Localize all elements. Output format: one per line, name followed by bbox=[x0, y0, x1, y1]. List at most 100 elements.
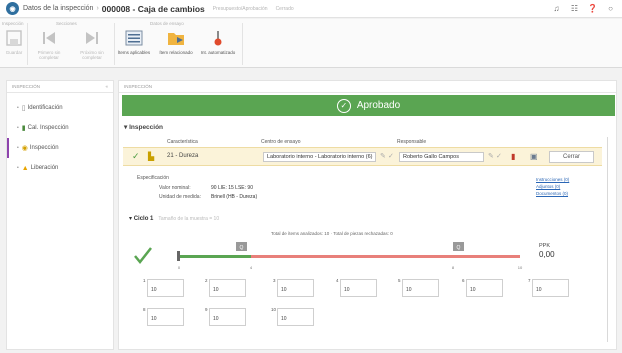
first-incomplete-button[interactable]: Primero sin completar bbox=[31, 30, 67, 60]
save-button[interactable]: Guardar bbox=[4, 30, 24, 55]
close-button[interactable]: Cerrar bbox=[549, 151, 594, 163]
pass-check-icon bbox=[134, 247, 152, 264]
sidebar-item-inspection[interactable]: • ◉ Inspección bbox=[7, 138, 113, 158]
sample-input[interactable]: 10 bbox=[277, 308, 314, 326]
sample-input[interactable]: 10 bbox=[147, 279, 184, 297]
ribbon-group-test-data: Datos de ensayo bbox=[150, 21, 184, 26]
gauge-track-green bbox=[178, 255, 251, 258]
help-icon[interactable]: ❓ bbox=[587, 3, 598, 14]
sample-input[interactable]: 10 bbox=[340, 279, 377, 297]
automated-integration-button[interactable]: Int. automatizado bbox=[198, 30, 238, 55]
next-icon bbox=[86, 32, 98, 44]
settings-icon[interactable]: ○ bbox=[605, 3, 616, 14]
attachments-link[interactable]: Adjuntos (0) bbox=[536, 184, 560, 189]
folder-arrow-icon bbox=[168, 33, 184, 45]
collapse-icon[interactable]: « bbox=[105, 84, 108, 89]
logo-icon: ◉ bbox=[6, 2, 19, 15]
unit-label: Unidad de medida: bbox=[159, 194, 201, 200]
sample-input[interactable]: 10 bbox=[209, 279, 246, 297]
status-label: Aprobado bbox=[356, 100, 401, 111]
gauge-caption: Total de ítems analizados: 10 · Total de… bbox=[271, 231, 393, 236]
check-icon: ✓ bbox=[132, 151, 140, 161]
bullet-icon: • bbox=[17, 105, 19, 111]
sample-input[interactable]: 10 bbox=[402, 279, 439, 297]
status-banner: ✓ Aprobado bbox=[122, 95, 615, 116]
characteristic-row[interactable]: ✓ ▙ 21 - Dureza Laboratorio interno - La… bbox=[123, 147, 602, 166]
cycle-title: Ciclo 1 bbox=[133, 216, 154, 222]
spec-title: Especificación bbox=[137, 175, 169, 181]
sample-input[interactable]: 10 bbox=[277, 279, 314, 297]
main-header: INSPECCIÓN bbox=[119, 81, 616, 93]
page-meta-status: Cerrado bbox=[275, 5, 294, 12]
characteristic-name: 21 - Dureza bbox=[167, 153, 199, 159]
breadcrumb-separator-icon: › bbox=[96, 5, 99, 12]
applicable-items-button[interactable]: Ítems aplicables bbox=[116, 30, 152, 55]
sidebar-item-cal-inspection[interactable]: • ▮ Cal. Inspección bbox=[7, 118, 113, 138]
unit-value: Brinell (HB - Dureza) bbox=[211, 194, 258, 200]
check-circle-icon: ✓ bbox=[336, 98, 351, 113]
inspection-section-title[interactable]: ▾ Inspección bbox=[124, 123, 163, 131]
bullet-icon: • bbox=[17, 125, 19, 131]
bullet-icon: • bbox=[17, 165, 19, 171]
notifications-icon[interactable]: ♫ bbox=[551, 3, 562, 14]
grid-icon[interactable]: ☷ bbox=[569, 3, 580, 14]
sample-input[interactable]: 10 bbox=[466, 279, 503, 297]
svg-text:Q: Q bbox=[240, 245, 244, 251]
sample-input[interactable]: 10 bbox=[147, 308, 184, 326]
sidebar-title: INSPECCIÓN bbox=[12, 84, 41, 89]
nominal-label: Valor nominal: bbox=[159, 185, 191, 191]
sidebar-item-identification[interactable]: • ▯ Identificación bbox=[7, 98, 113, 118]
sample-size-label: Tamaño de la muestra = 10 bbox=[158, 216, 220, 222]
ribbon: Inspección Secciones Datos de ensayo Gua… bbox=[0, 19, 622, 68]
tick-label: 0 bbox=[178, 265, 181, 270]
sample-input[interactable]: 10 bbox=[532, 279, 569, 297]
sidebar-item-release[interactable]: • ▲ Liberación bbox=[7, 158, 113, 178]
page-meta-user: Presupuesto/Aprobación bbox=[212, 5, 268, 12]
column-header-characteristic: Característica bbox=[167, 139, 198, 145]
sidebar-header: INSPECCIÓN « bbox=[7, 81, 113, 93]
first-icon bbox=[43, 32, 55, 44]
ribbon-group-inspection: Inspección bbox=[2, 21, 24, 26]
gauge-start-marker bbox=[177, 251, 180, 261]
sidebar-item-label: Identificación bbox=[27, 105, 63, 111]
column-header-responsible: Responsable bbox=[397, 139, 427, 145]
list-icon bbox=[125, 30, 143, 46]
bullet-icon: • bbox=[17, 145, 19, 151]
confirm-icon[interactable]: ✓ bbox=[388, 152, 394, 160]
report-icon[interactable]: ▣ bbox=[530, 152, 538, 161]
gauge-track-red bbox=[251, 255, 520, 258]
bar-chart-icon[interactable]: ▮ bbox=[511, 152, 515, 161]
tick-label: 10 bbox=[518, 265, 523, 270]
responsible-field[interactable]: Roberto Gallo Campos bbox=[399, 152, 484, 162]
breadcrumb-parent[interactable]: Datos de la inspección bbox=[23, 5, 93, 12]
next-incomplete-button[interactable]: Próximo sin completar bbox=[73, 30, 111, 60]
ppk-value: 0,00 bbox=[539, 250, 555, 259]
flask-icon bbox=[214, 31, 222, 46]
characteristic-type-icon: ▙ bbox=[148, 152, 155, 161]
release-icon: ▲ bbox=[21, 164, 29, 172]
chart-icon: ▮ bbox=[21, 125, 26, 132]
ppk-readout: PPK 0,00 bbox=[539, 243, 555, 259]
nominal-value: 90 LIE: 15 LSE: 90 bbox=[211, 185, 253, 191]
confirm-icon[interactable]: ✓ bbox=[496, 152, 502, 160]
tolerance-gauge: Q Q 0 4 8 10 bbox=[134, 242, 523, 270]
edit-icon[interactable]: ✎ bbox=[380, 152, 386, 160]
edit-icon[interactable]: ✎ bbox=[488, 152, 494, 160]
cycle-header[interactable]: ▾ Ciclo 1 Tamaño de la muestra = 10 bbox=[129, 215, 219, 222]
vertical-scrollbar[interactable] bbox=[607, 137, 608, 342]
ppk-label: PPK bbox=[539, 243, 551, 249]
ribbon-group-sections: Secciones bbox=[56, 21, 77, 26]
svg-text:Q: Q bbox=[457, 245, 461, 251]
column-header-center: Centro de ensayo bbox=[261, 139, 301, 145]
page-title: 000008 - Caja de cambios bbox=[101, 3, 205, 14]
sample-input[interactable]: 10 bbox=[209, 308, 246, 326]
sidebar-item-label: Liberación bbox=[30, 165, 59, 171]
center-field[interactable]: Laboratorio interno - Laboratorio intern… bbox=[263, 152, 376, 162]
top-bar: ◉ Datos de la inspección › 000008 - Caja… bbox=[0, 0, 622, 18]
inspection-icon: ◉ bbox=[21, 145, 28, 152]
sidebar-item-label: Cal. Inspección bbox=[27, 125, 69, 131]
related-item-button[interactable]: Ítem relacionado bbox=[158, 30, 194, 55]
documents-link[interactable]: Documentos (0) bbox=[536, 191, 568, 196]
instructions-link[interactable]: Instrucciones (0) bbox=[536, 177, 569, 182]
tick-label: 8 bbox=[452, 265, 455, 270]
